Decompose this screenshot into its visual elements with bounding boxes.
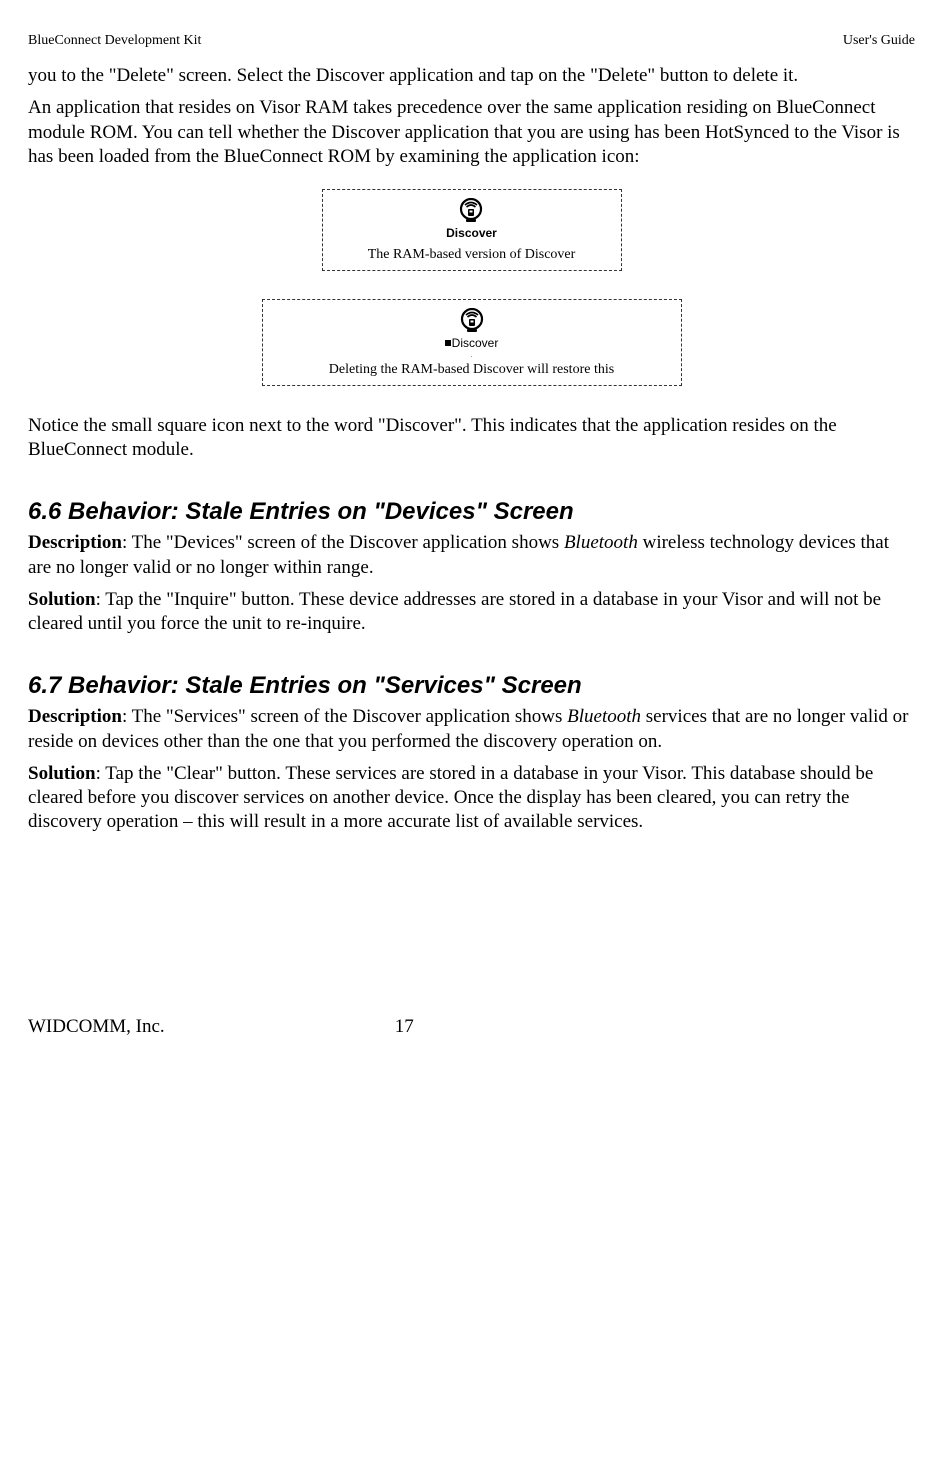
description-text-1: : The "Devices" screen of the Discover a… bbox=[122, 532, 564, 553]
discover-icon bbox=[458, 198, 484, 224]
intro-paragraph-2: An application that resides on Visor RAM… bbox=[28, 96, 915, 169]
discover-rom-icon-block: Discover bbox=[445, 308, 499, 351]
footer-company: WIDCOMM, Inc. bbox=[28, 1015, 165, 1039]
section-6-6-body: Description: The "Devices" screen of the… bbox=[28, 531, 915, 636]
rom-module-marker-icon bbox=[445, 340, 451, 346]
header-left: BlueConnect Development Kit bbox=[28, 32, 201, 50]
solution-text: : Tap the "Clear" button. These services… bbox=[28, 763, 873, 833]
section-6-6-solution: Solution: Tap the "Inquire" button. Thes… bbox=[28, 588, 915, 637]
page-header: BlueConnect Development Kit User's Guide bbox=[28, 32, 915, 50]
figure-rom-caption: Deleting the RAM-based Discover will res… bbox=[273, 361, 671, 379]
solution-label: Solution bbox=[28, 763, 96, 784]
description-label: Description bbox=[28, 532, 122, 553]
section-6-7-heading: 6.7 Behavior: Stale Entries on "Services… bbox=[28, 671, 915, 702]
discover-ram-icon-block: Discover bbox=[446, 198, 497, 241]
page-footer: WIDCOMM, Inc. 17 bbox=[28, 1015, 915, 1039]
intro-paragraph-1: you to the "Delete" screen. Select the D… bbox=[28, 64, 915, 88]
description-label: Description bbox=[28, 706, 122, 727]
figure-rom-discover: Discover . Deleting the RAM-based Discov… bbox=[262, 299, 682, 386]
after-figure-paragraph: Notice the small square icon next to the… bbox=[28, 414, 915, 463]
description-text-1: : The "Services" screen of the Discover … bbox=[122, 706, 567, 727]
discover-ram-label: Discover bbox=[446, 226, 497, 241]
section-6-6-description: Description: The "Devices" screen of the… bbox=[28, 531, 915, 580]
header-right: User's Guide bbox=[843, 32, 915, 50]
section-6-7-body: Description: The "Services" screen of th… bbox=[28, 705, 915, 835]
discover-rom-label-text: Discover bbox=[452, 336, 499, 350]
discover-icon bbox=[459, 308, 485, 334]
section-6-7-description: Description: The "Services" screen of th… bbox=[28, 705, 915, 754]
bluetooth-em: Bluetooth bbox=[564, 532, 638, 553]
discover-rom-label: Discover bbox=[445, 336, 499, 351]
solution-label: Solution bbox=[28, 589, 96, 610]
solution-text: : Tap the "Inquire" button. These device… bbox=[28, 589, 881, 634]
decorative-dot: . bbox=[273, 353, 671, 359]
bluetooth-em: Bluetooth bbox=[567, 706, 641, 727]
footer-page-number: 17 bbox=[395, 1015, 414, 1039]
section-6-7-solution: Solution: Tap the "Clear" button. These … bbox=[28, 762, 915, 835]
figure-ram-discover: Discover The RAM-based version of Discov… bbox=[322, 189, 622, 270]
section-6-6-heading: 6.6 Behavior: Stale Entries on "Devices"… bbox=[28, 497, 915, 528]
figure-ram-caption: The RAM-based version of Discover bbox=[333, 246, 611, 264]
